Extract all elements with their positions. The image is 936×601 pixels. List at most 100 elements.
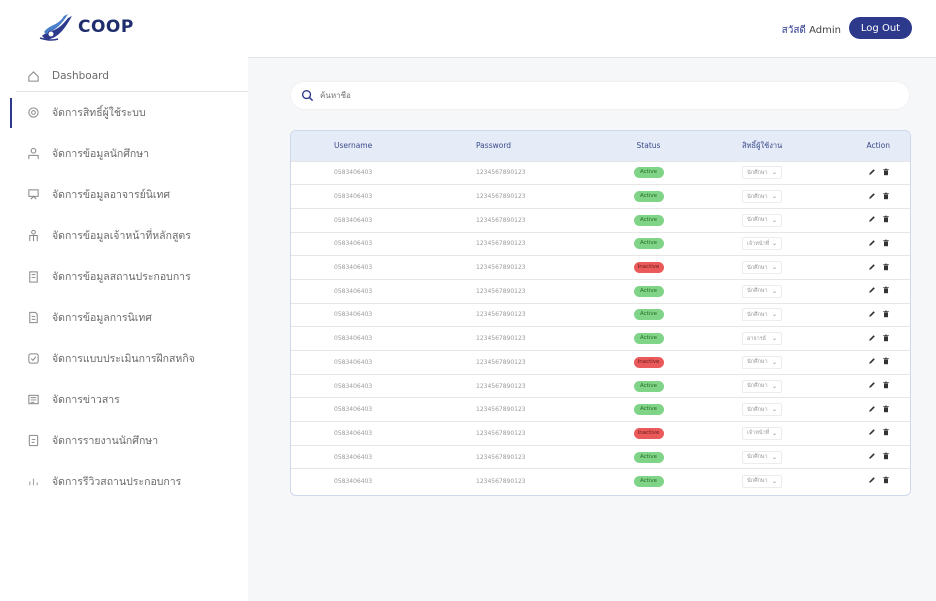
sidebar-item-dashboard[interactable]: Dashboard <box>0 60 248 92</box>
table-row: 0583406403 1234567890123 Inactive เจ้าหน้าท… <box>291 421 910 446</box>
table-row: 0583406403 1234567890123 Inactive นักศึกษา ⌄ <box>291 255 910 280</box>
staff-icon <box>26 229 40 243</box>
logo[interactable]: COOP <box>38 12 134 42</box>
chevron-down-icon: ⌄ <box>771 264 777 272</box>
role-select[interactable]: นักศึกษา ⌄ <box>742 308 782 322</box>
logout-button[interactable]: Log Out <box>849 17 912 39</box>
role-select[interactable]: อาจารย์ ⌄ <box>742 332 782 346</box>
role-select[interactable]: นักศึกษา ⌄ <box>742 474 782 488</box>
delete-icon[interactable] <box>882 428 890 436</box>
delete-icon[interactable] <box>882 452 890 460</box>
table-row: 0583406403 1234567890123 Active อาจารย์ ⌄ <box>291 326 910 351</box>
delete-icon[interactable] <box>882 357 890 365</box>
status-badge: Inactive <box>633 262 664 274</box>
edit-icon[interactable] <box>868 263 876 271</box>
edit-icon[interactable] <box>868 452 876 460</box>
edit-icon[interactable] <box>868 405 876 413</box>
role-select[interactable]: นักศึกษา ⌄ <box>742 355 782 369</box>
sidebar-item-companies[interactable]: จัดการข้อมูลสถานประกอบการ <box>0 256 248 297</box>
delete-icon[interactable] <box>882 168 890 176</box>
delete-icon[interactable] <box>882 405 890 413</box>
status-badge: Active <box>633 191 664 203</box>
role-value: นักศึกษา <box>747 478 768 485</box>
delete-icon[interactable] <box>882 286 890 294</box>
table-body: 0583406403 1234567890123 Active นักศึกษา ⌄ 05… <box>291 161 910 493</box>
sidebar-item-label: จัดการข่าวสาร <box>52 394 120 406</box>
sidebar-item-evaluation[interactable]: จัดการแบบประเมินการฝึกสหกิจ <box>0 338 248 379</box>
edit-icon[interactable] <box>868 286 876 294</box>
cell-status: Active <box>579 208 706 232</box>
home-icon <box>26 69 40 83</box>
status-badge: Active <box>633 475 664 487</box>
status-badge: Inactive <box>633 427 664 439</box>
delete-icon[interactable] <box>882 239 890 247</box>
edit-icon[interactable] <box>868 192 876 200</box>
role-select[interactable]: นักศึกษา ⌄ <box>742 403 782 417</box>
user-greeting: สวัสดี Admin <box>782 23 841 38</box>
cell-status: Active <box>579 469 706 493</box>
search-icon <box>301 89 314 102</box>
delete-icon[interactable] <box>882 476 890 484</box>
edit-icon[interactable] <box>868 476 876 484</box>
delete-icon[interactable] <box>882 263 890 271</box>
role-value: นักศึกษา <box>747 311 768 318</box>
edit-icon[interactable] <box>868 357 876 365</box>
cell-action <box>821 232 910 256</box>
role-select[interactable]: นักศึกษา ⌄ <box>742 213 782 227</box>
cell-role: นักศึกษา ⌄ <box>706 398 821 422</box>
delete-icon[interactable] <box>882 334 890 342</box>
edit-icon[interactable] <box>868 381 876 389</box>
table-row: 0583406403 1234567890123 Active นักศึกษา ⌄ <box>291 397 910 422</box>
cell-username: 0583406403 <box>334 453 373 461</box>
delete-icon[interactable] <box>882 310 890 318</box>
role-select[interactable]: นักศึกษา ⌄ <box>742 166 782 180</box>
edit-icon[interactable] <box>868 215 876 223</box>
sidebar-item-label: จัดการข้อมูลการนิเทศ <box>52 312 152 324</box>
edit-icon[interactable] <box>868 168 876 176</box>
role-select[interactable]: นักศึกษา ⌄ <box>742 450 782 464</box>
role-select[interactable]: เจ้าหน้าที่ ⌄ <box>742 237 782 251</box>
delete-icon[interactable] <box>882 381 890 389</box>
edit-icon[interactable] <box>868 334 876 342</box>
table-row: 0583406403 1234567890123 Active นักศึกษา ⌄ <box>291 468 910 493</box>
delete-icon[interactable] <box>882 215 890 223</box>
sidebar-item-news[interactable]: จัดการข่าวสาร <box>0 379 248 420</box>
cell-username: 0583406403 <box>334 311 373 319</box>
table-row: 0583406403 1234567890123 Inactive นักศึกษา ⌄ <box>291 350 910 375</box>
sidebar-item-students[interactable]: จัดการข้อมูลนักศึกษา <box>0 133 248 174</box>
role-select[interactable]: นักศึกษา ⌄ <box>742 190 782 204</box>
search-input[interactable] <box>320 91 880 100</box>
cell-action <box>821 303 910 327</box>
column-header-action: Action <box>866 141 891 151</box>
sidebar-item-reports[interactable]: จัดการรายงานนักศึกษา <box>0 420 248 461</box>
edit-icon[interactable] <box>868 239 876 247</box>
role-select[interactable]: นักศึกษา ⌄ <box>742 284 782 298</box>
cell-status: Active <box>579 398 706 422</box>
sidebar-item-user-permissions[interactable]: จัดการสิทธิ์ผู้ใช้ระบบ <box>0 92 248 133</box>
cell-action <box>821 351 910 375</box>
delete-icon[interactable] <box>882 192 890 200</box>
sidebar-item-reviews[interactable]: จัดการรีวิวสถานประกอบการ <box>0 461 248 502</box>
edit-icon[interactable] <box>868 310 876 318</box>
role-select[interactable]: นักศึกษา ⌄ <box>742 379 782 393</box>
cell-username: 0583406403 <box>334 216 373 224</box>
chevron-down-icon: ⌄ <box>771 382 777 390</box>
report-icon <box>26 434 40 448</box>
cell-role: เจ้าหน้าที่ ⌄ <box>706 232 821 256</box>
role-value: เจ้าหน้าที่ <box>747 430 770 437</box>
table-header-row: Username Password Status สิทธิ์ผู้ใช้งาน… <box>291 131 910 161</box>
search-bar[interactable] <box>291 82 909 109</box>
sidebar-item-label: จัดการข้อมูลอาจารย์นิเทศ <box>52 189 171 201</box>
cell-role: นักศึกษา ⌄ <box>706 469 821 493</box>
sidebar-item-supervision[interactable]: จัดการข้อมูลการนิเทศ <box>0 297 248 338</box>
sidebar-item-label: จัดการแบบประเมินการฝึกสหกิจ <box>52 353 195 365</box>
status-badge: Inactive <box>633 356 664 368</box>
sidebar-item-supervisors[interactable]: จัดการข้อมูลอาจารย์นิเทศ <box>0 174 248 215</box>
role-select[interactable]: เจ้าหน้าที่ ⌄ <box>742 426 782 440</box>
cell-action <box>821 445 910 469</box>
cell-action <box>821 256 910 280</box>
role-select[interactable]: นักศึกษา ⌄ <box>742 261 782 275</box>
column-header-password: Password <box>476 141 512 151</box>
sidebar-item-staff[interactable]: จัดการข้อมูลเจ้าหน้าที่หลักสูตร <box>0 215 248 256</box>
edit-icon[interactable] <box>868 428 876 436</box>
